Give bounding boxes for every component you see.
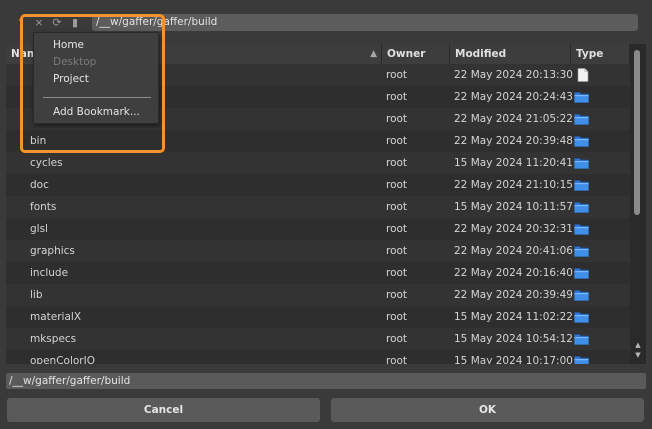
folder-icon	[574, 334, 589, 345]
scrollbar-thumb[interactable]	[634, 50, 640, 215]
cell-modified: 22 May 2024 20:41:06	[454, 245, 573, 257]
table-row[interactable]: cycles root 15 May 2024 11:20:41	[6, 152, 630, 174]
cell-name: fonts	[30, 201, 57, 213]
cell-owner: root	[386, 157, 408, 169]
table-row[interactable]: graphics root 22 May 2024 20:41:06	[6, 240, 630, 262]
bookmarks-menu: Home Desktop Project Add Bookmark...	[33, 32, 159, 124]
table-row[interactable]: bin root 22 May 2024 20:39:48	[6, 130, 630, 152]
cell-name: mkspecs	[30, 333, 77, 345]
bookmark-icon[interactable]: ▮	[68, 16, 82, 30]
cell-modified: 15 May 2024 10:11:57	[454, 201, 573, 213]
menu-item-add-bookmark[interactable]: Add Bookmark...	[53, 104, 140, 120]
folder-icon	[574, 290, 589, 301]
table-row[interactable]: openColorIO root 15 May 2024 10:17:00	[6, 350, 630, 364]
menu-separator	[43, 97, 151, 98]
table-row[interactable]: glsl root 22 May 2024 20:32:31	[6, 218, 630, 240]
cell-owner: root	[386, 267, 408, 279]
cell-name: materialX	[30, 311, 82, 323]
folder-icon	[574, 356, 589, 364]
path-input[interactable]: /__w/gaffer/gaffer/build	[92, 14, 638, 31]
arrow-up-icon[interactable]: ↑	[14, 16, 28, 30]
cell-name: bin	[30, 135, 47, 147]
cancel-button[interactable]: Cancel	[7, 398, 320, 422]
cell-modified: 22 May 2024 20:16:40	[454, 267, 573, 279]
scroll-up-icon[interactable]: ▲	[634, 341, 642, 349]
column-header-type[interactable]: Type	[571, 44, 630, 64]
cell-name: glsl	[30, 223, 48, 235]
table-row[interactable]: doc root 22 May 2024 21:10:15	[6, 174, 630, 196]
table-row[interactable]: mkspecs root 15 May 2024 10:54:12	[6, 328, 630, 350]
cell-modified: 22 May 2024 20:13:30	[454, 69, 573, 81]
cell-modified: 15 May 2024 11:20:41	[454, 157, 573, 169]
cell-owner: root	[386, 135, 408, 147]
sort-up-icon: ▲	[370, 49, 377, 59]
table-row[interactable]: lib root 22 May 2024 20:39:49	[6, 284, 630, 306]
cell-modified: 22 May 2024 20:24:43	[454, 91, 573, 103]
cell-modified: 22 May 2024 20:39:49	[454, 289, 573, 301]
cell-name: graphics	[30, 245, 75, 257]
folder-icon	[574, 268, 589, 279]
cell-owner: root	[386, 113, 408, 125]
menu-item-project[interactable]: Project	[53, 71, 89, 87]
file-icon	[577, 68, 589, 82]
cell-modified: 22 May 2024 21:10:15	[454, 179, 573, 191]
cell-owner: root	[386, 69, 408, 81]
folder-icon	[574, 114, 589, 125]
cell-name: openColorIO	[30, 355, 95, 364]
cell-owner: root	[386, 223, 408, 235]
cell-owner: root	[386, 201, 408, 213]
folder-icon	[574, 180, 589, 191]
refresh-icon[interactable]: ⟳	[50, 16, 64, 30]
menu-item-home[interactable]: Home	[53, 37, 84, 53]
menu-item-desktop: Desktop	[53, 56, 97, 68]
cell-owner: root	[386, 333, 408, 345]
folder-icon	[574, 136, 589, 147]
cell-owner: root	[386, 355, 408, 364]
filename-input[interactable]: /__w/gaffer/gaffer/build	[6, 373, 646, 389]
cell-owner: root	[386, 179, 408, 191]
cell-modified: 15 May 2024 11:02:22	[454, 311, 573, 323]
cell-name: cycles	[30, 157, 63, 169]
cell-owner: root	[386, 289, 408, 301]
folder-icon	[574, 224, 589, 235]
folder-icon	[574, 202, 589, 213]
table-row[interactable]: fonts root 15 May 2024 10:11:57	[6, 196, 630, 218]
vertical-scrollbar[interactable]: ▲ ▼	[630, 44, 646, 364]
table-row[interactable]: materialX root 15 May 2024 11:02:22	[6, 306, 630, 328]
folder-icon	[574, 92, 589, 103]
scroll-down-icon[interactable]: ▼	[634, 351, 642, 359]
column-header-owner[interactable]: Owner	[382, 44, 450, 64]
cell-name: include	[30, 267, 69, 279]
column-header-modified[interactable]: Modified	[450, 44, 571, 64]
cell-modified: 22 May 2024 20:32:31	[454, 223, 573, 235]
cell-name: doc	[30, 179, 49, 191]
folder-icon	[574, 312, 589, 323]
cell-modified: 22 May 2024 20:39:48	[454, 135, 573, 147]
cell-name: lib	[30, 289, 43, 301]
folder-icon	[574, 246, 589, 257]
cell-modified: 15 May 2024 10:17:00	[454, 355, 573, 364]
cell-modified: 15 May 2024 10:54:12	[454, 333, 573, 345]
cell-modified: 22 May 2024 21:05:22	[454, 113, 573, 125]
cell-owner: root	[386, 311, 408, 323]
table-row[interactable]: include root 22 May 2024 20:16:40	[6, 262, 630, 284]
folder-icon	[574, 158, 589, 169]
cell-owner: root	[386, 245, 408, 257]
close-icon[interactable]: ×	[32, 16, 46, 30]
cell-owner: root	[386, 91, 408, 103]
ok-button[interactable]: OK	[331, 398, 644, 422]
